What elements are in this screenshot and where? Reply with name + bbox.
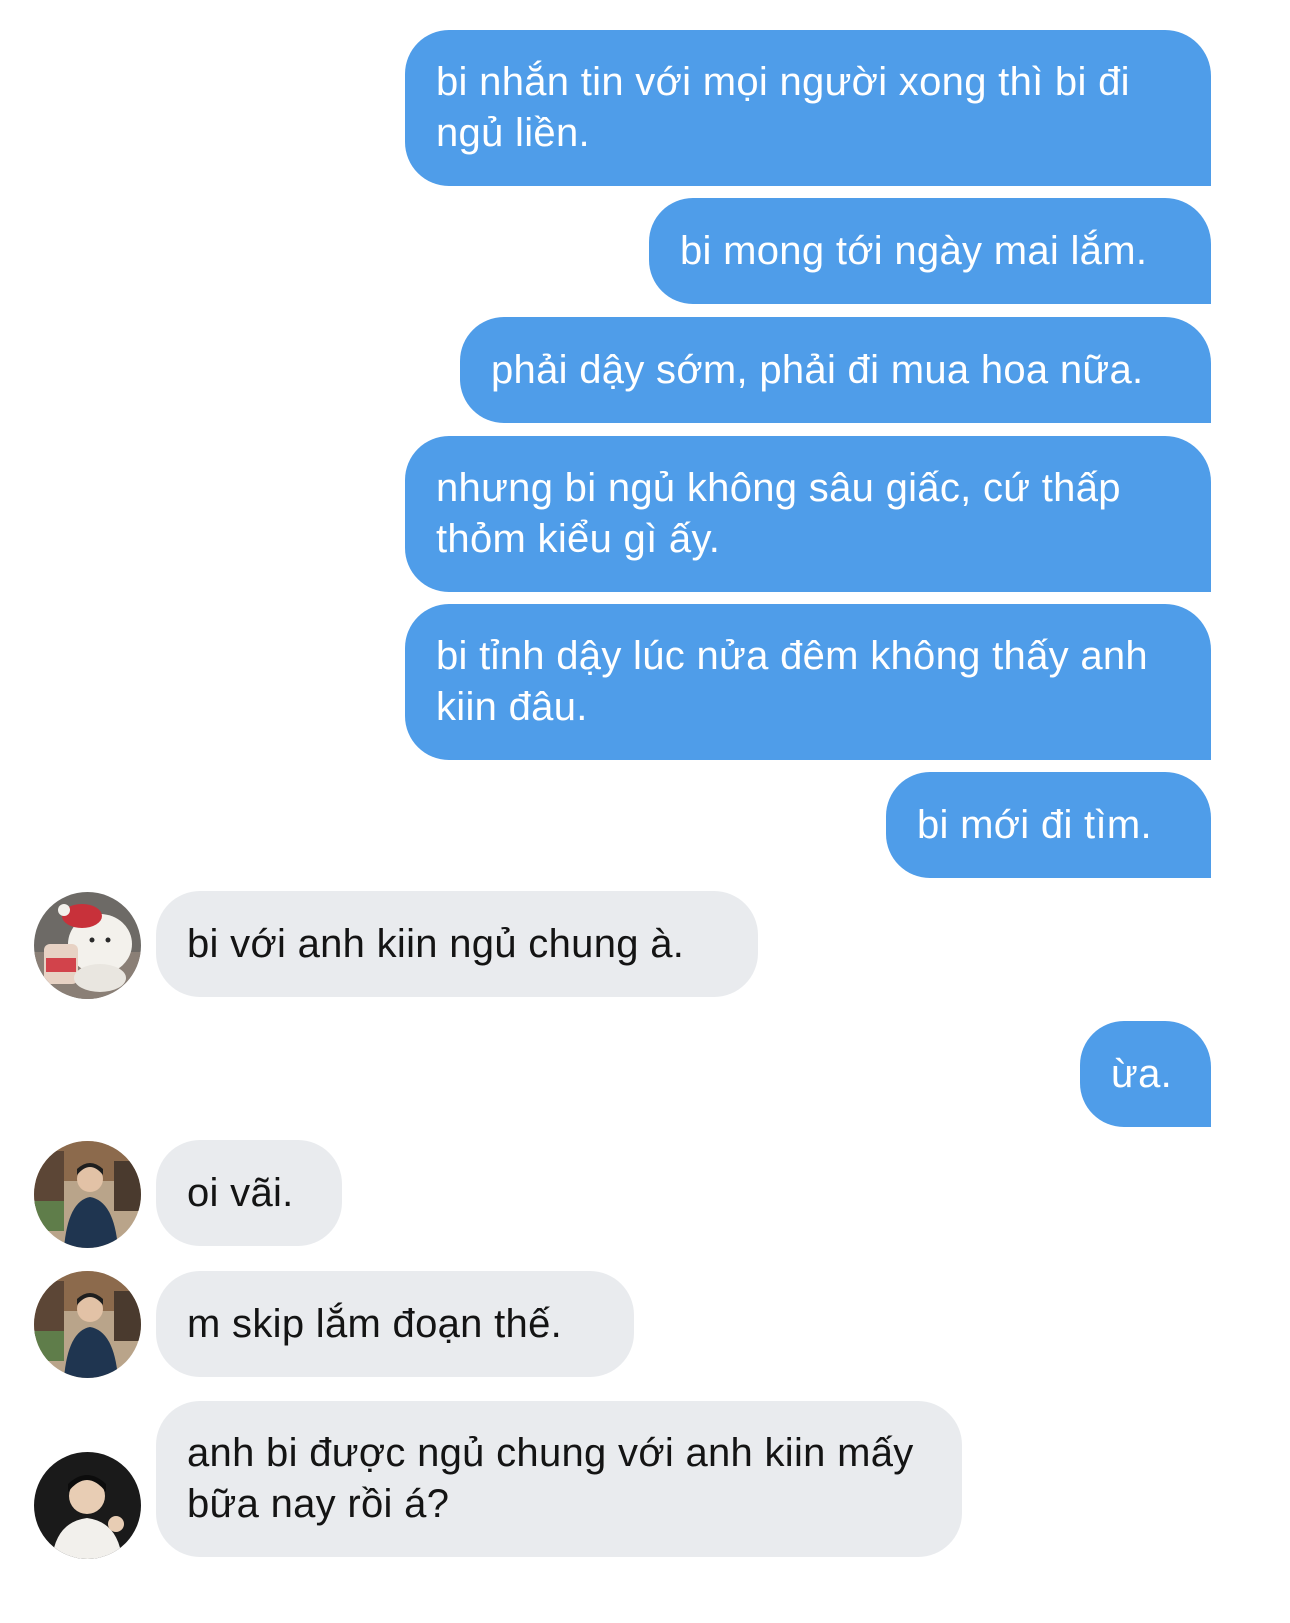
message-text: phải dậy sớm, phải đi mua hoa nữa. (491, 347, 1144, 392)
bear-avatar[interactable] (34, 892, 141, 999)
outgoing-message[interactable]: bi mong tới ngày mai lắm. (649, 198, 1211, 304)
outgoing-message[interactable]: ừa. (1080, 1021, 1211, 1127)
man-street-avatar-image (34, 1271, 141, 1378)
message-text: m skip lắm đoạn thế. (187, 1301, 563, 1346)
incoming-message[interactable]: m skip lắm đoạn thế. (156, 1271, 634, 1377)
message-text: oi vãi. (187, 1170, 294, 1215)
message-text: bi nhắn tin với mọi người xong thì bi đi… (436, 60, 1130, 155)
man-street-avatar[interactable] (34, 1141, 141, 1248)
incoming-message[interactable]: bi với anh kiin ngủ chung à. (156, 891, 758, 997)
message-text: bi với anh kiin ngủ chung à. (187, 921, 685, 966)
outgoing-message[interactable]: bi tỉnh dậy lúc nửa đêm không thấy anh k… (405, 604, 1211, 760)
message-text: ừa. (1111, 1051, 1173, 1096)
man-street-avatar-image (34, 1141, 141, 1248)
outgoing-message[interactable]: bi nhắn tin với mọi người xong thì bi đi… (405, 30, 1211, 186)
outgoing-message[interactable]: phải dậy sớm, phải đi mua hoa nữa. (460, 317, 1211, 423)
man-selfie-avatar-image (34, 1452, 141, 1559)
message-text: nhưng bi ngủ không sâu giấc, cứ thấp thỏ… (436, 466, 1121, 561)
outgoing-message[interactable]: bi mới đi tìm. (886, 772, 1211, 878)
bear-avatar-image (34, 892, 141, 999)
message-text: bi mong tới ngày mai lắm. (680, 228, 1148, 273)
message-text: anh bi được ngủ chung với anh kiin mấy b… (187, 1431, 914, 1526)
man-selfie-avatar[interactable] (34, 1452, 141, 1559)
incoming-message[interactable]: oi vãi. (156, 1140, 342, 1246)
incoming-message[interactable]: anh bi được ngủ chung với anh kiin mấy b… (156, 1401, 962, 1557)
man-street-avatar[interactable] (34, 1271, 141, 1378)
message-text: bi tỉnh dậy lúc nửa đêm không thấy anh k… (436, 634, 1148, 729)
message-text: bi mới đi tìm. (917, 802, 1152, 847)
outgoing-message[interactable]: nhưng bi ngủ không sâu giấc, cứ thấp thỏ… (405, 436, 1211, 592)
